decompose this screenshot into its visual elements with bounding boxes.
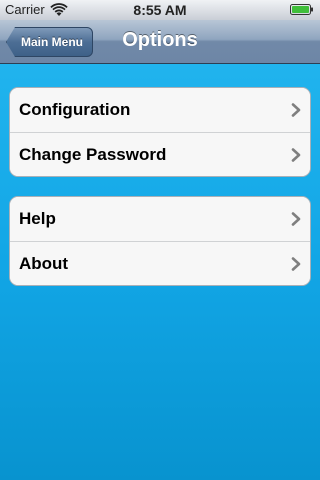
battery-icon [290, 4, 313, 15]
status-bar: Carrier 8:55 AM [0, 0, 320, 20]
chevron-right-icon [291, 147, 301, 162]
chevron-right-icon [291, 256, 301, 271]
options-group-info: Help About [9, 196, 311, 286]
page-title: Options [122, 29, 198, 51]
cell-label: Change Password [19, 144, 167, 164]
chevron-right-icon [291, 212, 301, 226]
cell-help[interactable]: Help [10, 197, 310, 241]
chevron-right-icon [291, 103, 301, 117]
cell-change-password[interactable]: Change Password [10, 132, 310, 176]
cell-label: About [19, 253, 69, 273]
status-time: 8:55 AM [133, 2, 187, 18]
navigation-bar: Main Menu Options [0, 20, 320, 64]
cell-about[interactable]: About [10, 241, 310, 285]
cell-label: Help [19, 209, 56, 228]
cell-configuration[interactable]: Configuration [10, 88, 310, 132]
options-group-account: Configuration Change Password [9, 87, 311, 177]
cell-label: Configuration [19, 100, 131, 119]
